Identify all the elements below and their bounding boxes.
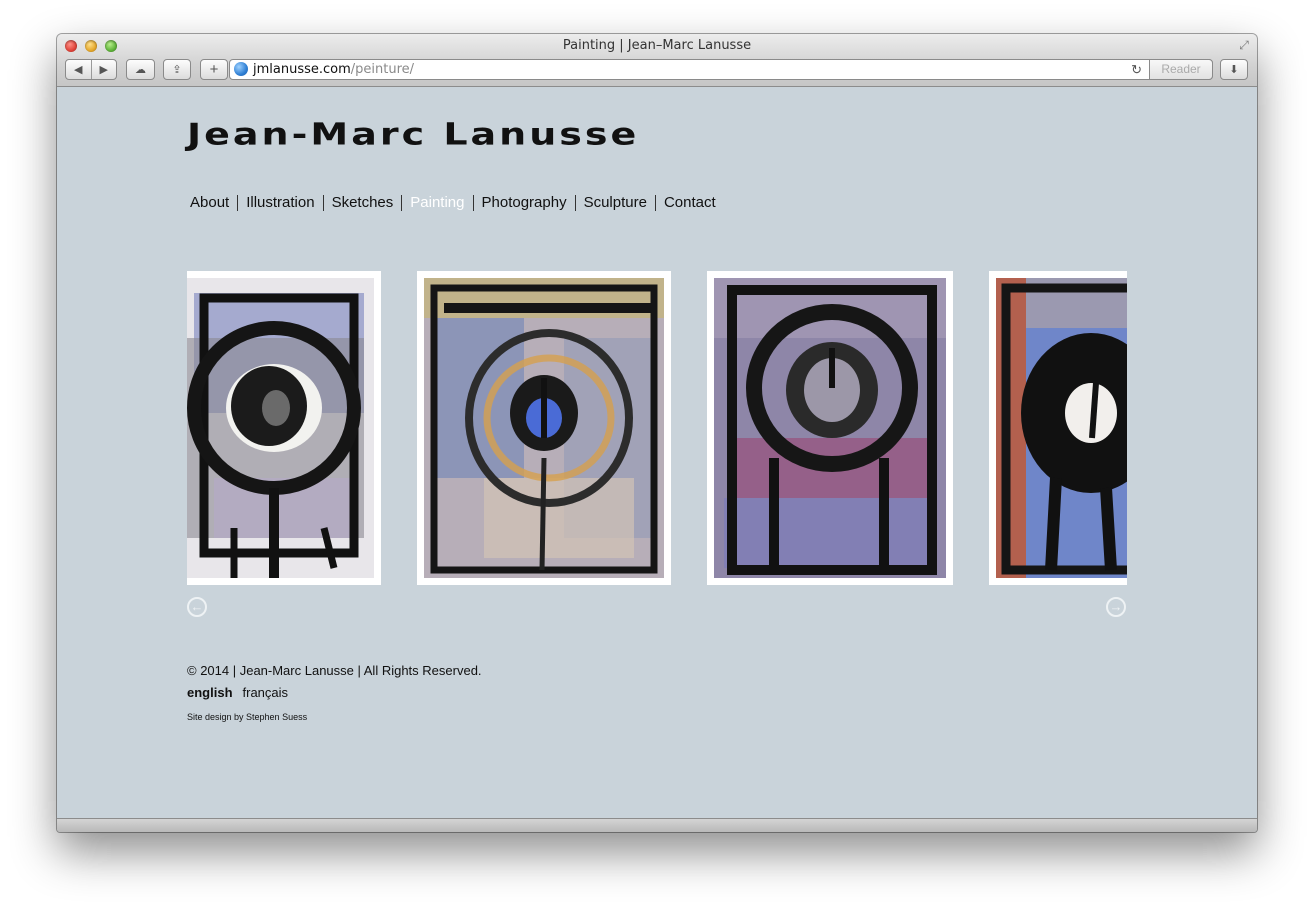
menu-item-sculpture[interactable]: Sculpture bbox=[576, 194, 655, 212]
url-text: jmlanusse.com/peinture/ bbox=[253, 62, 414, 78]
url-path: /peinture/ bbox=[350, 62, 415, 77]
download-icon: ⬇ bbox=[1229, 64, 1239, 76]
browser-window: Painting | Jean–Marc Lanusse ⤢ ◀ ▶ ☁ ⇪ +… bbox=[57, 34, 1257, 832]
reload-icon[interactable]: ↻ bbox=[1131, 62, 1142, 78]
add-bookmark-button[interactable]: + bbox=[200, 59, 228, 80]
back-forward-group: ◀ ▶ bbox=[65, 59, 117, 80]
back-button[interactable]: ◀ bbox=[66, 60, 91, 79]
arrow-left-icon: ← bbox=[190, 599, 204, 614]
share-icon: ⇪ bbox=[172, 64, 182, 76]
arrow-right-icon: → bbox=[1109, 599, 1123, 614]
painting-thumbnail[interactable] bbox=[707, 271, 953, 585]
footer-copyright: © 2014 | Jean-Marc Lanusse | All Rights … bbox=[187, 663, 482, 678]
painting-carousel bbox=[187, 271, 1127, 585]
menu-item-illustration[interactable]: Illustration bbox=[238, 194, 322, 212]
painting-thumbnail[interactable] bbox=[417, 271, 671, 585]
carousel-prev-button[interactable]: ← bbox=[187, 597, 207, 617]
main-menu: About Illustration Sketches Painting Pho… bbox=[190, 194, 724, 212]
fullscreen-icon[interactable]: ⤢ bbox=[1237, 38, 1251, 52]
downloads-button[interactable]: ⬇ bbox=[1220, 59, 1248, 80]
plus-icon: + bbox=[209, 61, 219, 78]
painting-image bbox=[187, 278, 374, 578]
lang-french-link[interactable]: français bbox=[243, 685, 289, 700]
forward-button[interactable]: ▶ bbox=[90, 60, 117, 79]
menu-item-sketches[interactable]: Sketches bbox=[324, 194, 402, 212]
share-button[interactable]: ⇪ bbox=[163, 59, 191, 80]
status-bar bbox=[57, 818, 1257, 832]
menu-item-about[interactable]: About bbox=[190, 194, 237, 212]
site-credit[interactable]: Site design by Stephen Suess bbox=[187, 712, 307, 722]
icloud-tabs-button[interactable]: ☁ bbox=[126, 59, 155, 80]
cloud-icon: ☁ bbox=[135, 64, 146, 76]
painting-thumbnail[interactable] bbox=[989, 271, 1127, 585]
page-content: Jean-Marc Lanusse About Illustration Ske… bbox=[57, 87, 1257, 818]
menu-item-contact[interactable]: Contact bbox=[656, 194, 724, 212]
painting-image bbox=[714, 278, 946, 578]
painting-thumbnail[interactable] bbox=[187, 271, 381, 585]
back-icon: ◀ bbox=[74, 64, 83, 76]
lang-english-link[interactable]: english bbox=[187, 685, 233, 700]
menu-item-painting[interactable]: Painting bbox=[402, 194, 472, 212]
carousel-next-button[interactable]: → bbox=[1106, 597, 1126, 617]
title-bar: Painting | Jean–Marc Lanusse ⤢ ◀ ▶ ☁ ⇪ +… bbox=[57, 34, 1257, 87]
language-switcher: english français bbox=[187, 685, 288, 700]
painting-image bbox=[996, 278, 1127, 578]
reader-button[interactable]: Reader bbox=[1149, 59, 1213, 80]
painting-image bbox=[424, 278, 664, 578]
forward-icon: ▶ bbox=[99, 64, 108, 76]
menu-item-photography[interactable]: Photography bbox=[474, 194, 575, 212]
url-domain: jmlanusse.com bbox=[253, 62, 351, 77]
globe-icon bbox=[234, 62, 248, 76]
address-bar[interactable]: jmlanusse.com/peinture/ ↻ Reader bbox=[229, 59, 1213, 80]
window-title: Painting | Jean–Marc Lanusse bbox=[562, 38, 752, 53]
site-logo[interactable]: Jean-Marc Lanusse bbox=[187, 115, 639, 153]
